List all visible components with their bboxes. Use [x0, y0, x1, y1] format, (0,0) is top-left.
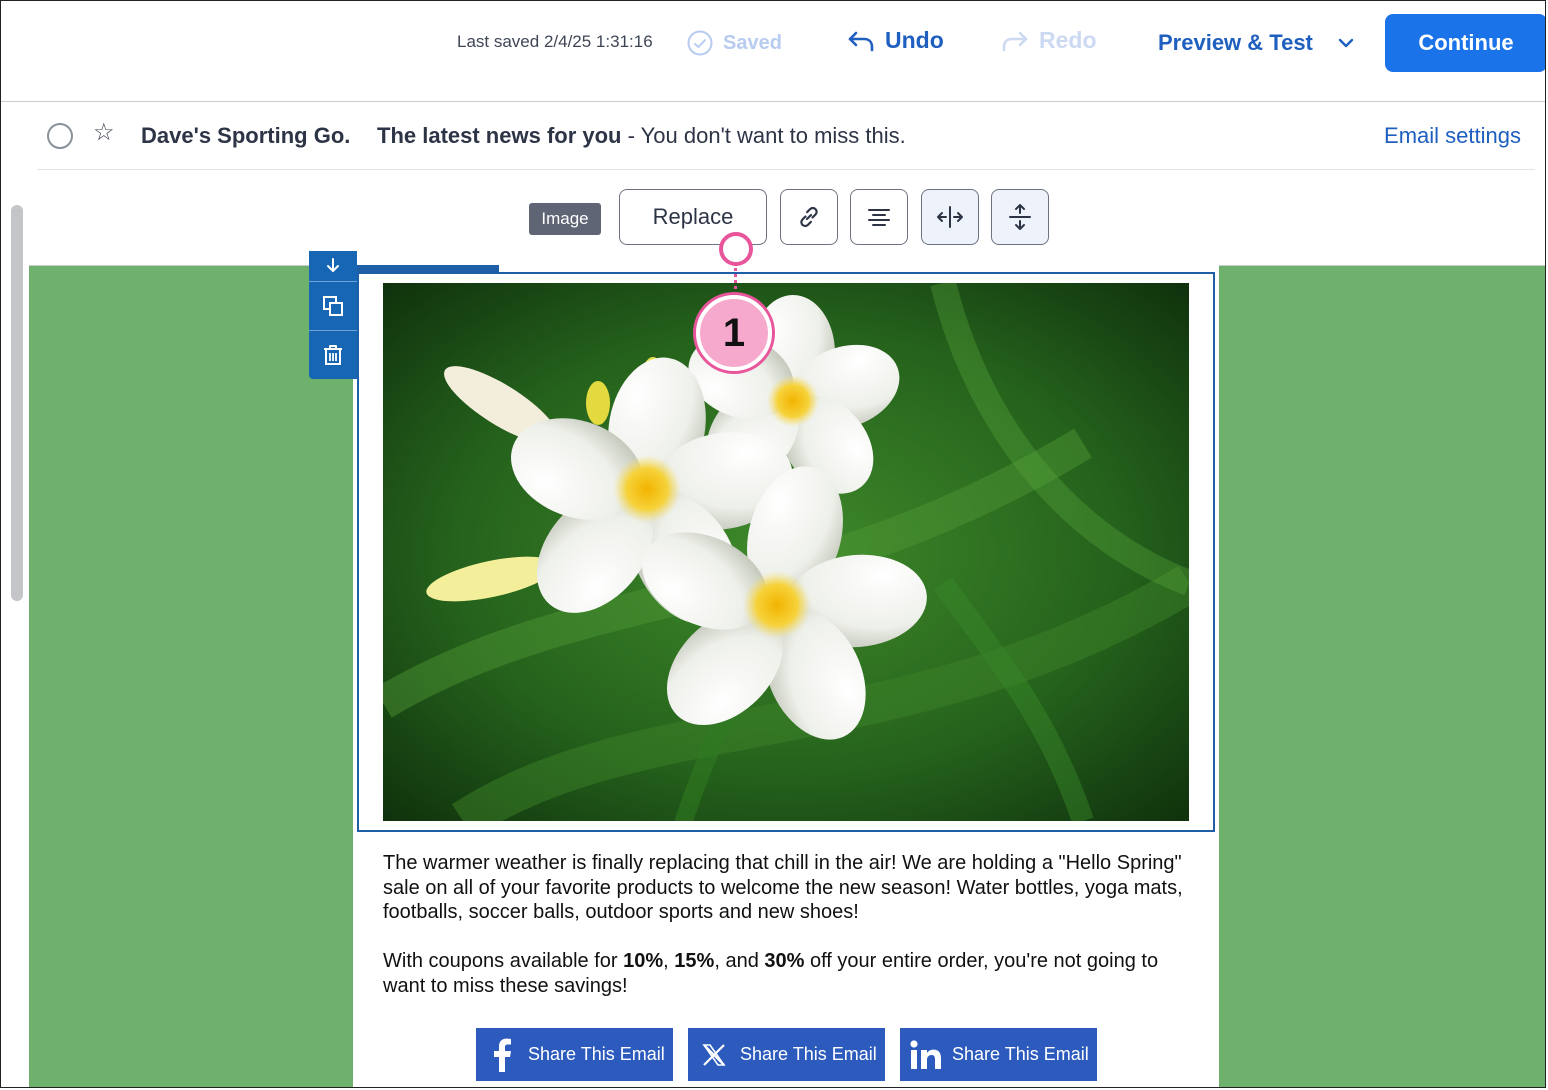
block-side-toolbar — [309, 251, 357, 379]
side-toolbar-divider — [309, 281, 357, 282]
undo-label: Undo — [885, 27, 944, 53]
facebook-icon — [476, 1038, 528, 1072]
p2-coupon-30: 30% — [764, 950, 805, 972]
from-name: Dave's Sporting Go. — [141, 123, 351, 148]
scrollbar-thumb[interactable] — [11, 205, 23, 601]
saved-status: Saved — [687, 29, 782, 57]
share-facebook-button[interactable]: Share This Email — [476, 1028, 673, 1081]
align-center-icon — [868, 209, 890, 226]
expand-horizontal-icon — [937, 206, 963, 228]
expand-vertical-icon — [1009, 204, 1031, 230]
share-label: Share This Email — [952, 1044, 1089, 1064]
image-block-tag: Image — [529, 203, 601, 235]
x-icon — [688, 1043, 740, 1067]
vertical-padding-button[interactable] — [991, 189, 1049, 245]
preview-test-label: Preview & Test — [1158, 30, 1313, 55]
redo-label: Redo — [1039, 27, 1097, 53]
redo-button[interactable]: Redo — [1001, 27, 1097, 54]
continue-button[interactable]: Continue — [1385, 14, 1545, 72]
link-button[interactable] — [780, 189, 838, 245]
p2-text: With coupons available for — [383, 950, 624, 972]
p2-text: , and — [714, 950, 765, 972]
redo-icon — [1002, 31, 1028, 51]
app-frame: Last saved 2/4/25 1:31:16 Saved Undo Red… — [0, 0, 1546, 1088]
trash-icon[interactable] — [321, 343, 345, 367]
last-saved-text: Last saved 2/4/25 1:31:16 — [457, 32, 653, 51]
share-linkedin-button[interactable]: Share This Email — [900, 1028, 1097, 1081]
preheader-text: You don't want to miss this. — [640, 123, 906, 148]
callout-number-badge: 1 — [696, 295, 772, 371]
email-settings-link[interactable]: Email settings — [1384, 123, 1521, 149]
horizontal-padding-button[interactable] — [921, 189, 979, 245]
top-bar: Last saved 2/4/25 1:31:16 Saved Undo Red… — [1, 1, 1545, 102]
body-paragraph-1[interactable]: The warmer weather is finally replacing … — [383, 851, 1193, 925]
callout-anchor — [719, 232, 753, 266]
p2-coupon-10: 10% — [623, 950, 664, 972]
align-button[interactable] — [850, 189, 908, 245]
saved-label: Saved — [723, 31, 782, 54]
subject-line: The latest news for you - You don't want… — [377, 123, 906, 149]
check-circle-icon — [687, 30, 713, 56]
linkedin-icon — [900, 1039, 952, 1070]
share-label: Share This Email — [528, 1044, 665, 1064]
share-x-button[interactable]: Share This Email — [688, 1028, 885, 1081]
undo-button[interactable]: Undo — [847, 27, 944, 54]
callout-connector — [734, 263, 737, 295]
p2-coupon-15: 15% — [674, 950, 715, 972]
subject-separator: - — [621, 123, 641, 148]
select-radio[interactable] — [47, 123, 73, 149]
subject-text: The latest news for you — [377, 123, 622, 148]
plumeria-flowers-picture — [383, 283, 1189, 821]
selected-block-indicator — [357, 265, 499, 272]
flower-image[interactable] — [383, 283, 1189, 821]
link-icon — [800, 206, 818, 228]
move-down-icon[interactable] — [321, 255, 345, 279]
p2-text: , — [663, 950, 675, 972]
duplicate-icon[interactable] — [321, 294, 345, 318]
share-label: Share This Email — [740, 1044, 877, 1064]
side-toolbar-divider — [309, 330, 357, 331]
body-paragraph-2[interactable]: With coupons available for 10%, 15%, and… — [383, 949, 1193, 998]
star-icon[interactable]: ☆ — [93, 121, 115, 145]
preview-test-dropdown[interactable]: Preview & Test — [1158, 30, 1355, 56]
undo-icon — [848, 31, 874, 51]
chevron-down-icon — [1338, 38, 1354, 48]
email-subject-row: ☆ Dave's Sporting Go. The latest news fo… — [37, 103, 1535, 170]
